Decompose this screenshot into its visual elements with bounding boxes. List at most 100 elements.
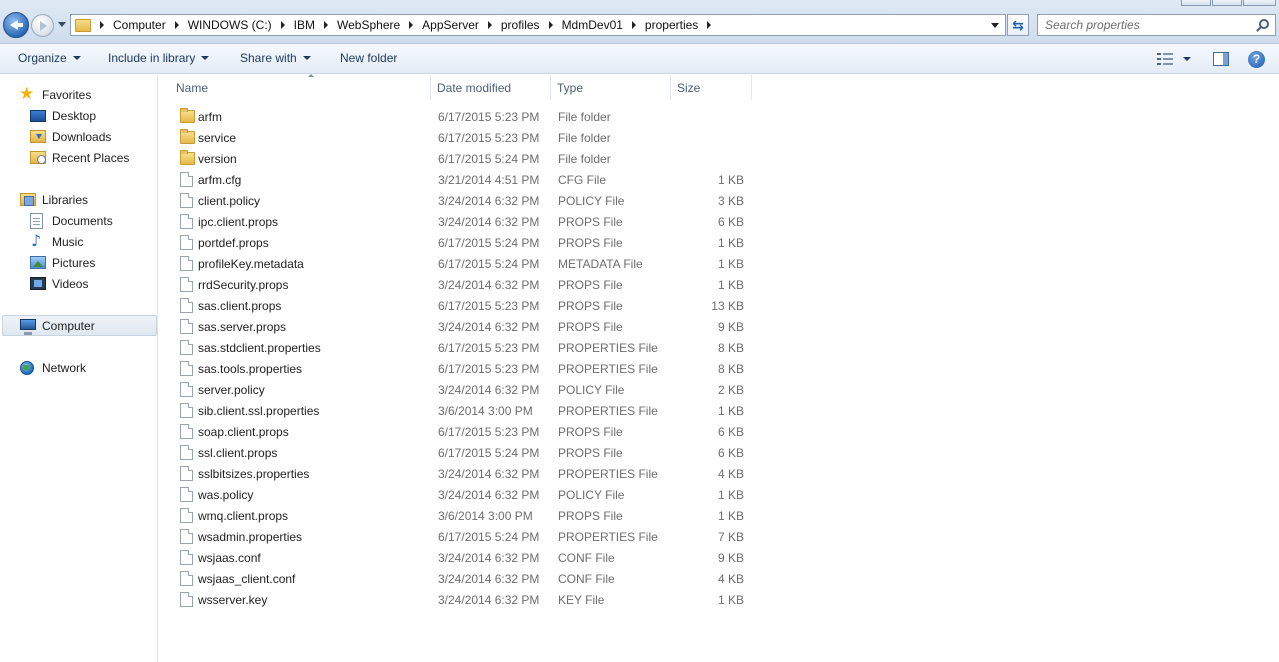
address-box[interactable]: Computer WINDOWS (C:) IBM WebSphere AppServe… bbox=[70, 14, 1006, 36]
file-row[interactable]: wsadmin.properties 6/17/2015 5:24 PM PROPE… bbox=[176, 526, 756, 547]
change-view-icon[interactable] bbox=[1157, 53, 1173, 65]
nav-documents[interactable]: Documents bbox=[30, 210, 113, 231]
search-input[interactable] bbox=[1038, 15, 1248, 35]
file-row[interactable]: sas.client.props 6/17/2015 5:23 PM PROPS F… bbox=[176, 295, 756, 316]
breadcrumb-item[interactable]: WebSphere bbox=[337, 18, 400, 32]
breadcrumb-separator-icon[interactable] bbox=[409, 21, 414, 29]
more-views-chevron-icon[interactable] bbox=[1183, 57, 1191, 61]
file-icon bbox=[180, 277, 193, 292]
file-row[interactable]: sslbitsizes.properties 3/24/2014 6:32 PM P… bbox=[176, 463, 756, 484]
share-with-button[interactable]: Share with bbox=[240, 51, 311, 65]
close-button[interactable] bbox=[1243, 0, 1276, 6]
organize-button[interactable]: Organize bbox=[18, 51, 81, 65]
nav-favorites[interactable]: Favorites bbox=[19, 84, 92, 105]
breadcrumb-item[interactable]: IBM bbox=[294, 18, 315, 32]
file-row[interactable]: arfm 6/17/2015 5:23 PM File folder bbox=[176, 106, 756, 127]
maximize-button[interactable] bbox=[1212, 0, 1242, 6]
include-in-library-button[interactable]: Include in library bbox=[108, 51, 210, 65]
file-icon bbox=[180, 361, 193, 376]
breadcrumb-item[interactable]: AppServer bbox=[422, 18, 479, 32]
file-row[interactable]: wsjaas_client.conf 3/24/2014 6:32 PM CONF … bbox=[176, 568, 756, 589]
file-row[interactable]: sas.stdclient.properties 6/17/2015 5:23 P… bbox=[176, 337, 756, 358]
file-date-modified: 3/6/2014 3:00 PM bbox=[438, 404, 533, 418]
file-row[interactable]: profileKey.metadata 6/17/2015 5:24 PM META… bbox=[176, 253, 756, 274]
file-row[interactable]: version 6/17/2015 5:24 PM File folder bbox=[176, 148, 756, 169]
file-row[interactable]: client.policy 3/24/2014 6:32 PM POLICY Fil… bbox=[176, 190, 756, 211]
file-name: wsserver.key bbox=[198, 593, 268, 607]
file-type: PROPS File bbox=[558, 509, 623, 523]
file-date-modified: 3/24/2014 6:32 PM bbox=[438, 278, 540, 292]
recent-pages-dropdown-icon[interactable] bbox=[58, 22, 66, 27]
refresh-button[interactable]: ⇆ bbox=[1007, 14, 1029, 36]
column-header-type-label: Type bbox=[557, 80, 584, 95]
nav-music-label: Music bbox=[52, 234, 84, 249]
file-date-modified: 6/17/2015 5:23 PM bbox=[438, 131, 540, 145]
file-date-modified: 3/24/2014 6:32 PM bbox=[438, 467, 540, 481]
column-header-type[interactable]: Type bbox=[551, 75, 671, 100]
file-row[interactable]: ipc.client.props 3/24/2014 6:32 PM PROPS F… bbox=[176, 211, 756, 232]
breadcrumb-separator-icon[interactable] bbox=[707, 21, 712, 29]
file-row[interactable]: service 6/17/2015 5:23 PM File folder bbox=[176, 127, 756, 148]
breadcrumb-separator-icon[interactable] bbox=[324, 21, 329, 29]
file-row[interactable]: was.policy 3/24/2014 6:32 PM POLICY File 1 … bbox=[176, 484, 756, 505]
file-row[interactable]: portdef.props 6/17/2015 5:24 PM PROPS File… bbox=[176, 232, 756, 253]
nav-libraries[interactable]: Libraries bbox=[20, 189, 88, 210]
nav-network[interactable]: Network bbox=[20, 357, 86, 378]
minimize-button[interactable] bbox=[1181, 0, 1211, 6]
nav-pictures[interactable]: Pictures bbox=[30, 252, 95, 273]
file-date-modified: 3/24/2014 6:32 PM bbox=[438, 488, 540, 502]
file-row[interactable]: wmq.client.props 3/6/2014 3:00 PM PROPS Fi… bbox=[176, 505, 756, 526]
breadcrumb-item[interactable]: properties bbox=[645, 18, 698, 32]
breadcrumb-item[interactable]: Computer bbox=[113, 18, 166, 32]
breadcrumb-separator-icon[interactable] bbox=[280, 21, 285, 29]
chevron-down-icon bbox=[201, 56, 210, 60]
file-icon bbox=[180, 319, 193, 334]
file-row[interactable]: wsserver.key 3/24/2014 6:32 PM KEY File 1 K… bbox=[176, 589, 756, 610]
file-name: client.policy bbox=[198, 194, 261, 208]
breadcrumb-separator-icon[interactable] bbox=[548, 21, 553, 29]
nav-computer[interactable]: Computer bbox=[2, 315, 157, 336]
file-name: sslbitsizes.properties bbox=[198, 467, 310, 481]
breadcrumb-item[interactable]: profiles bbox=[501, 18, 540, 32]
column-header-date[interactable]: Date modified bbox=[431, 75, 551, 100]
file-row[interactable]: wsjaas.conf 3/24/2014 6:32 PM CONF File 9 K… bbox=[176, 547, 756, 568]
file-name: sib.client.ssl.properties bbox=[198, 404, 320, 418]
address-history-dropdown-icon[interactable] bbox=[991, 23, 999, 28]
help-icon[interactable]: ? bbox=[1248, 51, 1265, 68]
nav-favorites-label: Favorites bbox=[42, 87, 92, 102]
file-type: PROPERTIES File bbox=[558, 530, 658, 544]
nav-music[interactable]: Music bbox=[30, 231, 83, 252]
back-button[interactable] bbox=[3, 12, 29, 38]
breadcrumb-separator-icon[interactable] bbox=[174, 21, 179, 29]
file-row[interactable]: ssl.client.props 6/17/2015 5:24 PM PROPS F… bbox=[176, 442, 756, 463]
file-row[interactable]: sas.server.props 3/24/2014 6:32 PM PROPS F… bbox=[176, 316, 756, 337]
nav-videos[interactable]: Videos bbox=[30, 273, 88, 294]
sort-ascending-icon bbox=[308, 74, 314, 77]
breadcrumb-item[interactable]: WINDOWS (C:) bbox=[188, 18, 272, 32]
organize-label: Organize bbox=[18, 51, 67, 65]
file-size: 1 KB bbox=[717, 488, 744, 502]
file-row[interactable]: sib.client.ssl.properties 3/6/2014 3:00 P… bbox=[176, 400, 756, 421]
file-row[interactable]: soap.client.props 6/17/2015 5:23 PM PROPS … bbox=[176, 421, 756, 442]
nav-downloads[interactable]: Downloads bbox=[30, 126, 111, 147]
new-folder-button[interactable]: New folder bbox=[340, 51, 397, 65]
file-row[interactable]: sas.tools.properties 6/17/2015 5:23 PM PRO… bbox=[176, 358, 756, 379]
preview-pane-icon[interactable] bbox=[1213, 52, 1229, 66]
file-type: CONF File bbox=[558, 572, 615, 586]
breadcrumb-separator-icon[interactable] bbox=[100, 21, 104, 29]
file-name: ipc.client.props bbox=[198, 215, 279, 229]
column-header-size[interactable]: Size bbox=[671, 75, 752, 100]
breadcrumb-separator-icon[interactable] bbox=[487, 21, 492, 29]
nav-pictures-label: Pictures bbox=[52, 255, 96, 270]
nav-desktop[interactable]: Desktop bbox=[30, 105, 96, 126]
file-row[interactable]: arfm.cfg 3/21/2014 4:51 PM CFG File 1 KB bbox=[176, 169, 756, 190]
column-header-name[interactable]: Name bbox=[170, 74, 431, 100]
forward-button[interactable] bbox=[31, 14, 54, 37]
search-box[interactable] bbox=[1037, 14, 1276, 36]
breadcrumb-separator-icon[interactable] bbox=[631, 21, 636, 29]
file-row[interactable]: server.policy 3/24/2014 6:32 PM POLICY Fil… bbox=[176, 379, 756, 400]
search-icon[interactable] bbox=[1259, 19, 1269, 29]
file-row[interactable]: rrdSecurity.props 3/24/2014 6:32 PM PROPS … bbox=[176, 274, 756, 295]
nav-recent-places[interactable]: Recent Places bbox=[30, 147, 129, 168]
breadcrumb-item[interactable]: MdmDev01 bbox=[562, 18, 623, 32]
